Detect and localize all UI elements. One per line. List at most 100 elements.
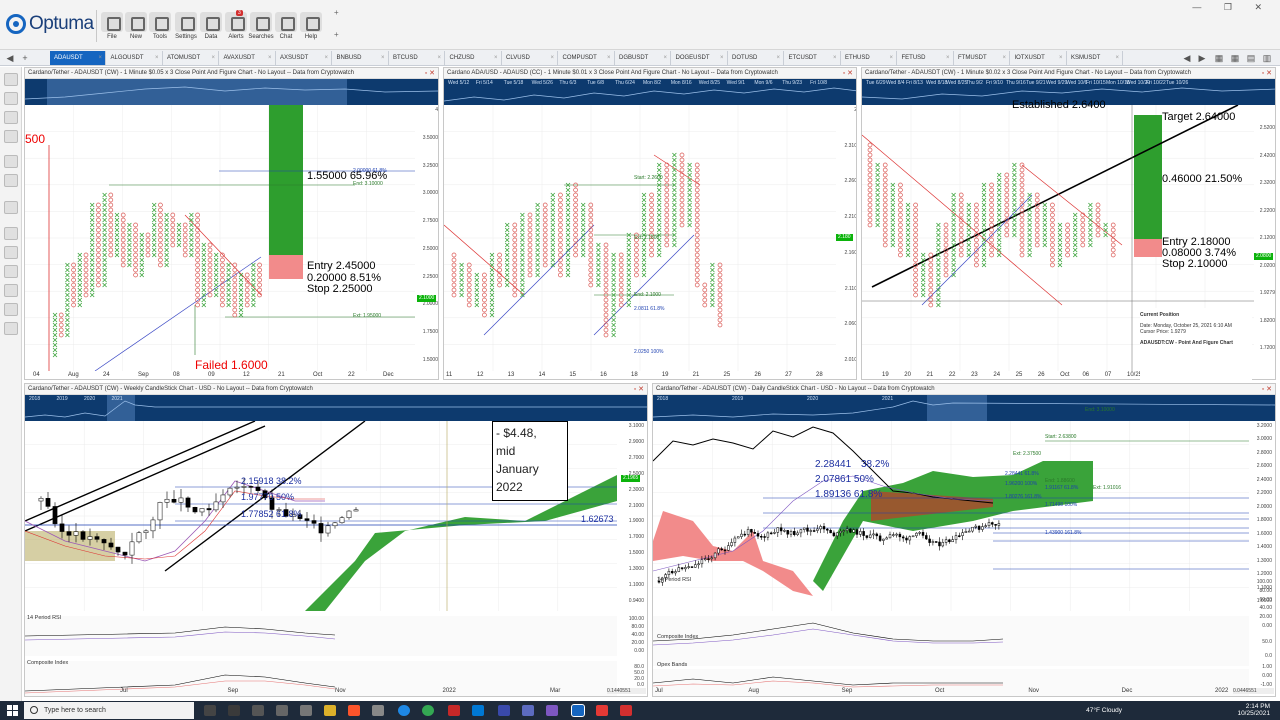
close-tab-icon[interactable]: × (720, 51, 724, 65)
chart-navigator[interactable]: 2018 2019 2020 2021 (25, 395, 647, 421)
symbol-tab[interactable]: ALGOUSDT × (107, 51, 163, 65)
symbol-tab[interactable]: ETHUSD × (841, 51, 897, 65)
app-icon[interactable] (276, 705, 288, 716)
pnf-chart-adausdt-005[interactable]: Cardano/Tether - ADAUSDT (CW) - 1 Minute… (24, 67, 439, 380)
undo-icon[interactable] (4, 155, 18, 168)
price-axis[interactable]: 4 3.5000 3.2500 3.0000 2.7500 2.5000 2.2500 2.0… (415, 105, 438, 371)
pnf-plot[interactable] (25, 105, 415, 371)
app-icon[interactable] (448, 705, 460, 716)
chart-window-controls[interactable]: ▫ ✕ (1262, 384, 1272, 395)
app-icon[interactable] (522, 705, 534, 716)
file-explorer-icon[interactable] (324, 705, 336, 716)
symbol-tab[interactable]: BNBUSD × (333, 51, 389, 65)
close-tab-icon[interactable]: × (1115, 51, 1119, 65)
symbol-tab[interactable]: FETUSD × (898, 51, 954, 65)
layout-icon[interactable]: ▤ (1244, 51, 1258, 65)
taskbar-clock[interactable]: 2:14 PM 10/25/2021 (1237, 703, 1270, 717)
app-icon[interactable] (498, 705, 510, 716)
edge-browser-icon[interactable] (398, 705, 410, 716)
windows-start-icon[interactable] (7, 705, 18, 716)
data-button[interactable]: Data (199, 4, 223, 48)
weather-widget[interactable]: 47°F Cloudy (1086, 707, 1122, 714)
chart-navigator[interactable]: Wed 5/12 Fri 5/14 Tue 5/18 Wed 5/26 Thu 6/3 T… (444, 79, 856, 105)
window-controls[interactable]: — ❐ ✕ (1192, 2, 1272, 13)
magnet-icon[interactable] (4, 284, 18, 297)
price-axis[interactable]: 2.5200 2.4200 2.3200 2.2200 2.1200 2.0200 1.92… (1252, 105, 1275, 371)
ribbon-expand-icon[interactable]: + (334, 30, 339, 39)
image-icon[interactable] (4, 92, 18, 105)
taskbar-search[interactable]: Type here to search (24, 702, 194, 719)
chart-navigator[interactable]: 2018 2019 2020 2021 (653, 395, 1275, 421)
tools-button[interactable]: Tools (148, 4, 172, 48)
symbol-tab[interactable]: BTCUSD × (389, 51, 445, 65)
symbol-tab[interactable]: AVAXUSDT × (220, 51, 276, 65)
candlestick-plot[interactable] (653, 421, 1249, 697)
chart-window-controls[interactable]: ▫ ✕ (1262, 68, 1272, 79)
close-tab-icon[interactable]: × (946, 51, 950, 65)
app-icon[interactable] (252, 705, 264, 716)
close-tab-icon[interactable]: × (607, 51, 611, 65)
chart-window-controls[interactable]: ▫ ✕ (843, 68, 853, 79)
symbol-tab[interactable]: ATOMUSDT × (163, 51, 219, 65)
mail-icon[interactable] (472, 705, 484, 716)
app-icon[interactable] (546, 705, 558, 716)
close-tab-icon[interactable]: × (155, 51, 159, 65)
rsi-axis[interactable]: 100.00 80.00 60.00 40.00 20.00 0.00 (1249, 579, 1273, 629)
symbol-tab[interactable]: CHZUSD × (446, 51, 502, 65)
chart-window-controls[interactable]: ▫ ✕ (634, 384, 644, 395)
time-axis[interactable]: 11 12 13 14 15 16 18 19 21 25 26 27 28 (444, 371, 856, 379)
close-tab-icon[interactable]: × (324, 51, 328, 65)
chart-window-controls[interactable]: ▫ ✕ (425, 68, 435, 79)
close-tab-icon[interactable]: × (663, 51, 667, 65)
symbol-tab[interactable]: DGBUSDT × (615, 51, 671, 65)
chart-navigator[interactable] (25, 79, 438, 105)
tab-scroll-left-icon[interactable]: ◀ (1180, 51, 1194, 65)
optuma-taskbar-icon[interactable] (571, 704, 585, 717)
composite-axis[interactable]: 50.0 0.0 (1249, 639, 1273, 661)
brave-browser-icon[interactable] (348, 705, 360, 716)
daily-candlestick-chart[interactable]: Cardano/Tether - ADAUSDT (CW) - Daily Ca… (652, 383, 1276, 697)
close-tab-icon[interactable]: × (268, 51, 272, 65)
time-axis[interactable]: Jul Sep Nov 2022 Mar (25, 687, 647, 696)
app-icon[interactable] (372, 705, 384, 716)
add-tab-icon[interactable]: + (18, 51, 32, 65)
file-button[interactable]: File (100, 4, 124, 48)
searches-button[interactable]: Searches (248, 4, 274, 48)
checklist-icon[interactable] (4, 322, 18, 335)
symbol-tab[interactable]: COMPUSDT × (559, 51, 615, 65)
layout-icon[interactable]: ▥ (1260, 51, 1274, 65)
tab-scroll-right-icon[interactable]: ▶ (1195, 51, 1209, 65)
close-tab-icon[interactable]: × (494, 51, 498, 65)
draw-tool-icon[interactable] (4, 201, 18, 214)
print-icon[interactable] (4, 130, 18, 143)
ribbon-expand-icon[interactable]: + (334, 8, 339, 17)
app-icon[interactable] (228, 705, 240, 716)
settings-button[interactable]: Settings (174, 4, 198, 48)
close-tab-icon[interactable]: × (437, 51, 441, 65)
symbol-tab[interactable]: DOGEUSDT × (672, 51, 728, 65)
zoom-in-icon[interactable] (4, 227, 18, 240)
close-tab-icon[interactable]: × (1002, 51, 1006, 65)
close-tab-icon[interactable]: × (776, 51, 780, 65)
composite-axis[interactable]: 80.0 50.0 20.0 0.0 (621, 664, 645, 688)
symbol-tab[interactable]: AXSUSDT × (276, 51, 332, 65)
chat-button[interactable]: Chat (274, 4, 298, 48)
grid-icon[interactable] (4, 265, 18, 278)
close-tab-icon[interactable]: × (98, 51, 102, 65)
pnf-chart-adausd-001[interactable]: Cardano ADA/USD - ADAUSD (CC) - 1 Minute… (443, 67, 857, 380)
lock-icon[interactable] (4, 246, 18, 259)
symbol-tab[interactable]: IOTXUSDT × (1011, 51, 1067, 65)
symbol-tab[interactable]: ADAUSDT × (50, 51, 106, 65)
list-icon[interactable] (4, 303, 18, 316)
symbol-tab[interactable]: ETCUSDT × (785, 51, 841, 65)
layout-icon[interactable]: ▦ (1212, 51, 1226, 65)
task-view-icon[interactable] (204, 705, 216, 716)
close-tab-icon[interactable]: × (833, 51, 837, 65)
price-axis[interactable]: 3.1000 2.9000 2.7000 2.5000 2.3000 2.1000 1.90… (621, 421, 645, 611)
chrome-browser-icon[interactable] (422, 705, 434, 716)
app-icon[interactable] (300, 705, 312, 716)
redo-icon[interactable] (4, 174, 18, 187)
tab-scroll-left-icon[interactable]: ◀ (3, 51, 17, 65)
close-tab-icon[interactable]: × (550, 51, 554, 65)
symbol-tab[interactable]: DOTUSD × (728, 51, 784, 65)
